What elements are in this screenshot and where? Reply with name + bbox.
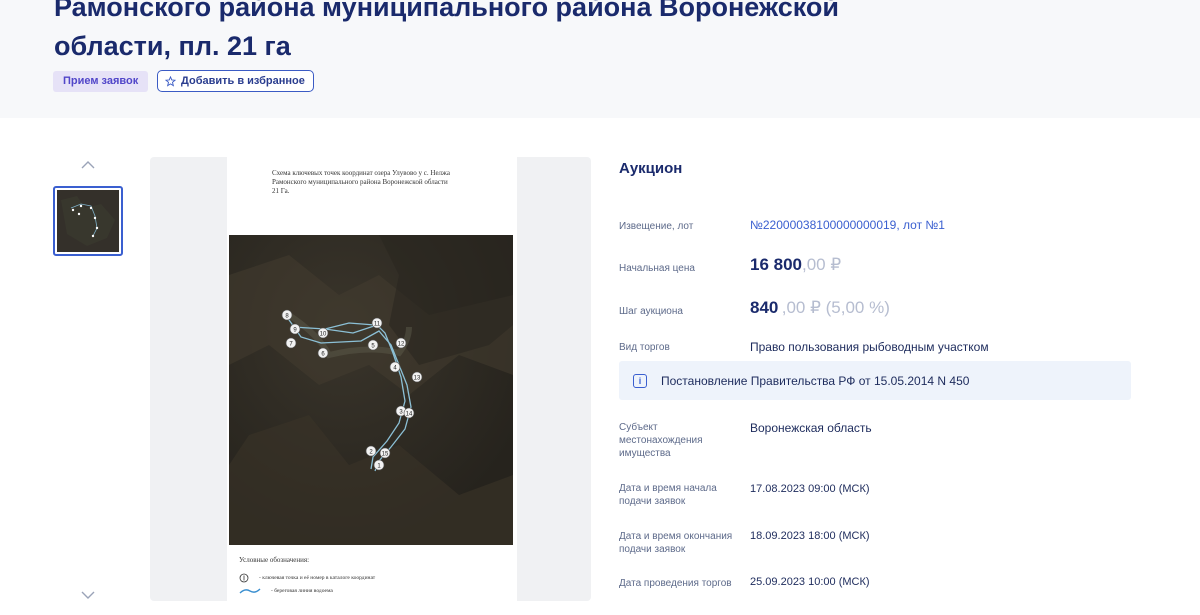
application-end-value: 18.09.2023 18:00 (МСК) bbox=[750, 530, 870, 542]
auction-step-label: Шаг аукциона bbox=[619, 306, 683, 317]
auction-step-dim: ,00 ₽ (5,00 %) bbox=[781, 298, 890, 317]
start-price-dim: ,00 ₽ bbox=[802, 255, 842, 274]
scheme-caption: Схема ключевых точек координат озера Улу… bbox=[272, 169, 492, 196]
application-start-value: 17.08.2023 09:00 (МСК) bbox=[750, 483, 870, 495]
legend-title: Условные обозначения: bbox=[239, 556, 310, 564]
key-point-15: 15 bbox=[379, 447, 391, 459]
gallery-thumbnail[interactable] bbox=[53, 186, 123, 256]
application-start-label: Дата и время начала подачи заявок bbox=[619, 483, 717, 507]
key-point-1: 1 bbox=[373, 459, 385, 471]
scheme-document: Схема ключевых точек координат озера Улу… bbox=[227, 157, 517, 601]
add-to-favorites-button[interactable]: Добавить в избранное bbox=[157, 70, 314, 92]
key-point-5: 5 bbox=[367, 339, 379, 351]
auction-kind-value: Право пользования рыбоводным участком bbox=[750, 340, 989, 354]
lot-header: Рамонского района муниципального района … bbox=[0, 0, 1200, 118]
decree-text: Постановление Правительства РФ от 15.05.… bbox=[661, 373, 970, 388]
status-badge: Прием заявок bbox=[53, 71, 149, 92]
info-icon: i bbox=[633, 373, 647, 388]
auction-date-label: Дата проведения торгов bbox=[619, 578, 732, 589]
key-point-label: 11 bbox=[374, 322, 381, 328]
key-point-13: 13 bbox=[411, 371, 423, 383]
chevron-up-icon[interactable] bbox=[80, 158, 96, 172]
notice-label: Извещение, лот bbox=[619, 221, 694, 232]
key-point-label: 14 bbox=[406, 412, 413, 418]
caption-line-2: Рамонского муниципального района Воронеж… bbox=[272, 178, 448, 186]
thumbnail-image bbox=[57, 190, 119, 252]
decree-notice: i Постановление Правительства РФ от 15.0… bbox=[619, 361, 1131, 400]
key-point-label: 10 bbox=[320, 332, 327, 338]
legend-item-shoreline: - береговая линия водоема bbox=[239, 587, 333, 595]
subject-value: Воронежская область bbox=[750, 421, 872, 435]
key-point-9: 9 bbox=[289, 323, 301, 335]
key-point-label: 15 bbox=[382, 452, 389, 458]
key-point-7: 7 bbox=[285, 337, 297, 349]
title-line-1: Рамонского района муниципального района … bbox=[54, 0, 839, 22]
key-point-label: 13 bbox=[414, 376, 421, 382]
key-point-11: 11 bbox=[371, 317, 383, 329]
notice-link[interactable]: №22000038100000000019, лот №1 bbox=[750, 218, 945, 232]
key-point-10: 10 bbox=[317, 327, 329, 339]
shoreline-icon bbox=[239, 588, 261, 594]
key-point-14: 14 bbox=[403, 407, 415, 419]
add-to-favorites-label: Добавить в избранное bbox=[181, 75, 305, 87]
legend-item-point: - ключевая точка и её номер в каталоге к… bbox=[239, 573, 375, 583]
title-line-2: области, пл. 21 га bbox=[54, 31, 291, 61]
key-point-2: 2 bbox=[365, 445, 377, 457]
page-title: Рамонского района муниципального района … bbox=[54, 0, 1054, 66]
key-point-label: 12 bbox=[398, 342, 405, 348]
satellite-map: 1 2 3 4 5 6 7 8 9 10 11 12 13 14 15 bbox=[229, 235, 513, 545]
image-viewer[interactable]: Схема ключевых точек координат озера Улу… bbox=[150, 157, 591, 601]
key-point-4: 4 bbox=[389, 361, 401, 373]
star-icon bbox=[165, 75, 176, 87]
chevron-down-icon[interactable] bbox=[80, 588, 96, 602]
auction-date-value: 25.09.2023 10:00 (МСК) bbox=[750, 576, 870, 588]
application-end-label: Дата и время окончания подачи заявок bbox=[619, 531, 733, 555]
legend-item-point-label: - ключевая точка и её номер в каталоге к… bbox=[259, 575, 376, 581]
key-point-8: 8 bbox=[281, 309, 293, 321]
key-point-6: 6 bbox=[317, 347, 329, 359]
key-point-12: 12 bbox=[395, 337, 407, 349]
legend-item-shoreline-label: - береговая линия водоема bbox=[271, 588, 333, 594]
start-price: 16 800,00 ₽ bbox=[750, 255, 841, 275]
key-point-icon bbox=[239, 573, 249, 583]
start-price-main: 16 800 bbox=[750, 255, 802, 274]
auction-step-main: 840 bbox=[750, 298, 779, 317]
auction-kind-label: Вид торгов bbox=[619, 342, 670, 353]
caption-line-3: 21 Га. bbox=[272, 187, 290, 195]
auction-step: 840 ,00 ₽ (5,00 %) bbox=[750, 298, 890, 318]
start-price-label: Начальная цена bbox=[619, 263, 695, 274]
subject-label: Субъект местонахождения имущества bbox=[619, 422, 703, 459]
caption-line-1: Схема ключевых точек координат озера Улу… bbox=[272, 169, 450, 177]
procedure-type-title: Аукцион bbox=[619, 160, 683, 177]
